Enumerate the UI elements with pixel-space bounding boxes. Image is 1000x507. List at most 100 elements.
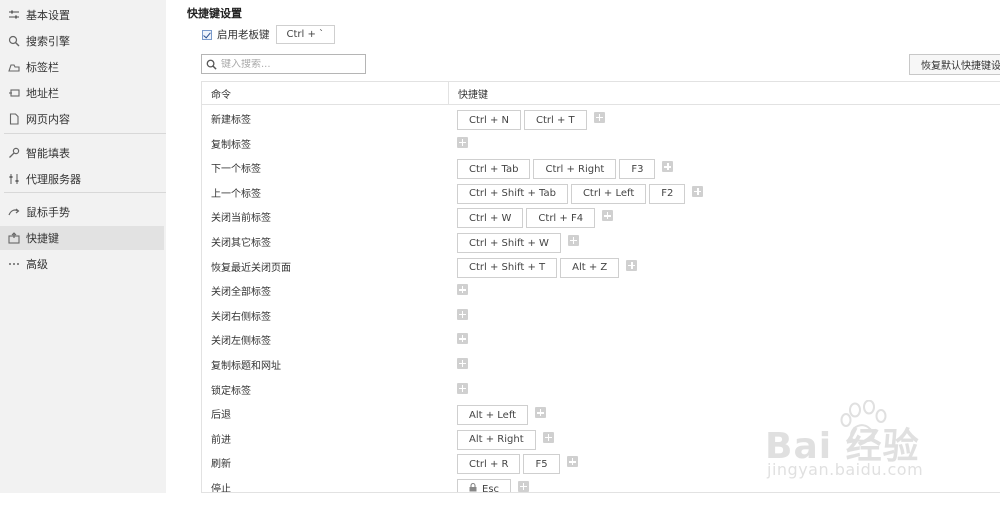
add-shortcut-icon[interactable] bbox=[542, 431, 554, 443]
bottom-strip bbox=[0, 493, 1000, 507]
shortcut-key-label: Ctrl + T bbox=[536, 114, 575, 126]
sidebar-item-label: 地址栏 bbox=[26, 87, 59, 100]
sidebar-item-8[interactable]: 快捷键 bbox=[0, 226, 164, 250]
shortcut-key-label: F5 bbox=[535, 458, 548, 470]
add-shortcut-icon[interactable] bbox=[457, 284, 468, 296]
shortcut-key-label: Alt + Z bbox=[572, 262, 608, 274]
section-title: 快捷键设置 bbox=[187, 7, 242, 20]
sidebar-item-0[interactable]: 基本设置 bbox=[0, 3, 164, 27]
column-header-shortcut: 快捷键 bbox=[458, 89, 488, 101]
shortcut-key-chip[interactable]: Ctrl + W bbox=[457, 208, 524, 229]
sidebar-item-2[interactable]: 标签栏 bbox=[0, 55, 164, 79]
sidebar-item-label: 网页内容 bbox=[26, 113, 70, 126]
sidebar-item-6[interactable]: 代理服务器 bbox=[0, 167, 164, 191]
baidu-jingyan-watermark: Bai 经验 jingyan.baidu.com bbox=[765, 400, 1000, 490]
shortcut-key-label: Ctrl + Right bbox=[545, 163, 605, 175]
sidebar-item-label: 鼠标手势 bbox=[26, 206, 70, 219]
search-input[interactable] bbox=[221, 58, 361, 70]
shortcut-key-chip[interactable]: Alt + Left bbox=[457, 405, 529, 426]
shortcut-key-chip[interactable]: Ctrl + T bbox=[524, 110, 587, 130]
proxy-icon bbox=[8, 173, 20, 185]
add-shortcut-icon[interactable] bbox=[662, 161, 674, 173]
shortcut-search-box[interactable] bbox=[201, 54, 366, 74]
table-row: 新建标签 Ctrl + N Ctrl + T bbox=[202, 108, 1000, 133]
shortcut-key-chip[interactable]: Ctrl + Shift + T bbox=[457, 257, 558, 278]
boss-key-checkbox[interactable] bbox=[202, 29, 212, 40]
shortcut-keys: Ctrl + Tab Ctrl + Right F3 bbox=[457, 159, 674, 180]
add-shortcut-icon[interactable] bbox=[567, 235, 579, 246]
table-row: 关闭当前标签 Ctrl + W Ctrl + F4 bbox=[202, 206, 1000, 231]
sidebar-item-3[interactable]: 地址栏 bbox=[0, 81, 164, 105]
add-shortcut-icon[interactable] bbox=[566, 456, 578, 468]
shortcut-key-chip[interactable]: Ctrl + Shift + W bbox=[457, 233, 561, 253]
shortcut-key-chip[interactable]: Ctrl + Tab bbox=[457, 159, 531, 180]
shortcut-key-chip[interactable]: F2 bbox=[649, 183, 686, 204]
shortcut-key-chip[interactable]: F3 bbox=[619, 159, 656, 180]
shortcut-key-chip[interactable]: Esc bbox=[457, 479, 512, 493]
sidebar-item-4[interactable]: 网页内容 bbox=[0, 107, 164, 131]
add-shortcut-icon[interactable] bbox=[626, 259, 638, 271]
shortcut-icon bbox=[8, 232, 20, 244]
shortcut-key-chip[interactable]: Ctrl + Right bbox=[533, 159, 617, 180]
add-shortcut-icon[interactable] bbox=[602, 210, 614, 222]
add-shortcut-icon[interactable] bbox=[457, 136, 468, 148]
shortcut-keys bbox=[457, 307, 468, 320]
shortcut-key-label: F3 bbox=[631, 163, 644, 175]
shortcut-key-label: Ctrl + W bbox=[469, 212, 512, 224]
add-shortcut-icon[interactable] bbox=[535, 407, 547, 419]
shortcut-key-chip[interactable]: Ctrl + Shift + Tab bbox=[457, 183, 568, 204]
table-row: 上一个标签 Ctrl + Shift + Tab Ctrl + Left F2 bbox=[202, 182, 1000, 207]
add-shortcut-icon[interactable] bbox=[692, 185, 704, 197]
shortcut-key-chip[interactable]: Ctrl + Left bbox=[570, 183, 647, 204]
add-shortcut-icon[interactable] bbox=[518, 481, 530, 492]
shortcut-key-chip[interactable]: Alt + Z bbox=[560, 257, 620, 278]
sidebar-item-label: 快捷键 bbox=[26, 232, 59, 245]
add-shortcut-icon[interactable] bbox=[457, 358, 468, 369]
shortcut-keys: Ctrl + N Ctrl + T bbox=[457, 110, 605, 130]
shortcut-key-chip[interactable]: Ctrl + F4 bbox=[526, 208, 596, 229]
shortcut-key-chip[interactable]: Alt + Right bbox=[457, 429, 536, 450]
command-name: 前进 bbox=[211, 434, 231, 446]
boss-key-label[interactable]: 启用老板键 bbox=[217, 27, 270, 42]
shortcut-key-chip[interactable]: F5 bbox=[523, 454, 560, 475]
add-shortcut-icon[interactable] bbox=[457, 308, 468, 320]
shortcut-key-label: Ctrl + Shift + W bbox=[469, 237, 549, 249]
shortcut-key-label: Ctrl + Shift + T bbox=[469, 262, 546, 274]
sidebar-item-label: 基本设置 bbox=[26, 9, 70, 22]
sidebar-item-5[interactable]: 智能填表 bbox=[0, 141, 164, 165]
watermark-url-text: jingyan.baidu.com bbox=[767, 460, 924, 479]
table-row: 复制标签 bbox=[202, 133, 1000, 158]
shortcut-keys: Alt + Right bbox=[457, 429, 554, 450]
column-header-command: 命令 bbox=[202, 82, 449, 104]
table-row: 复制标题和网址 bbox=[202, 354, 1000, 379]
restore-defaults-button[interactable]: 恢复默认快捷键设置 bbox=[909, 54, 1000, 75]
shortcut-keys bbox=[457, 282, 468, 296]
shortcut-keys: Ctrl + Shift + T Alt + Z bbox=[457, 257, 638, 278]
shortcut-key-label: Ctrl + Left bbox=[582, 188, 635, 200]
add-shortcut-icon[interactable] bbox=[457, 382, 468, 394]
shortcut-key-label: Ctrl + R bbox=[469, 458, 509, 470]
add-shortcut-icon[interactable] bbox=[457, 333, 468, 345]
shortcut-key-label: Ctrl + N bbox=[469, 114, 510, 126]
shortcut-keys bbox=[457, 331, 468, 345]
sidebar-item-7[interactable]: 鼠标手势 bbox=[0, 200, 164, 224]
command-name: 新建标签 bbox=[211, 115, 251, 126]
table-row: 恢复最近关闭页面 Ctrl + Shift + T Alt + Z bbox=[202, 256, 1000, 281]
shortcut-key-label: Ctrl + F4 bbox=[538, 212, 584, 224]
shortcut-key-chip[interactable]: Ctrl + R bbox=[457, 454, 521, 475]
add-shortcut-icon[interactable] bbox=[593, 112, 605, 123]
shortcut-key-label: Esc bbox=[482, 483, 500, 493]
sidebar-item-label: 智能填表 bbox=[26, 147, 70, 160]
shortcut-key-label: Ctrl + Shift + Tab bbox=[469, 188, 556, 200]
shortcut-key-chip[interactable]: Ctrl + N bbox=[457, 110, 522, 130]
command-name: 复制标题和网址 bbox=[211, 361, 281, 372]
boss-key-shortcut[interactable]: Ctrl + ` bbox=[275, 25, 336, 44]
shortcut-keys: Ctrl + Shift + W bbox=[457, 233, 579, 253]
command-name: 刷新 bbox=[211, 459, 231, 471]
command-name: 后退 bbox=[211, 410, 231, 422]
sidebar-item-9[interactable]: 高级 bbox=[0, 252, 164, 276]
sidebar-item-1[interactable]: 搜索引擎 bbox=[0, 29, 164, 53]
key-icon bbox=[8, 147, 20, 159]
settings-sidebar: 基本设置搜索引擎 标签栏地址栏网页内容智能填表代理服务器鼠标手势快捷键高级 bbox=[0, 0, 166, 493]
table-header: 命令 快捷键 bbox=[202, 82, 1000, 105]
